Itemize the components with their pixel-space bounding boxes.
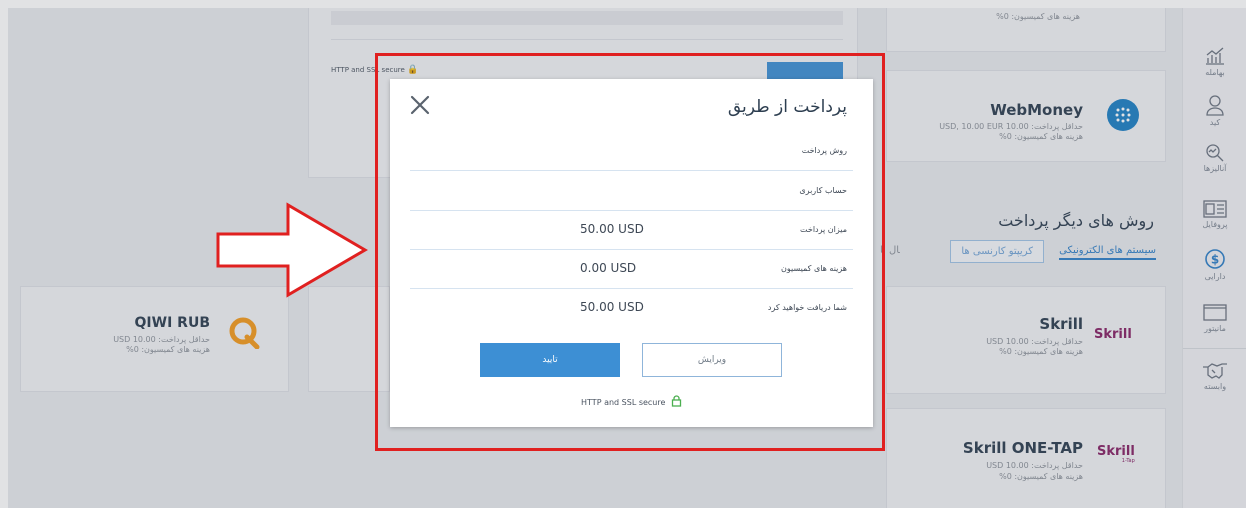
row-value: 50.00 USD (580, 300, 644, 314)
top-card-input-bar (331, 11, 843, 25)
top-card-secure: HTTP and SSL secure 🔒 (331, 65, 418, 75)
row-label: شما دریافت خواهید کرد (767, 303, 847, 312)
skrill-min: حداقل پرداخت: 10.00 USD (986, 337, 1083, 346)
webmoney-commission: هزینه های کمیسیون: 0% (999, 132, 1083, 141)
skrill-onetap-min: حداقل پرداخت: 10.00 USD (986, 461, 1083, 470)
top-right-card: هزینه های کمیسیون: 0% (886, 8, 1166, 52)
skrill-onetap-name: Skrill ONE-TAP (962, 439, 1083, 457)
row-account: حساب کاربری (410, 171, 853, 211)
sidebar-item-assets[interactable]: $ دارایی (1183, 248, 1246, 281)
skrill-onetap-commission: هزینه های کمیسیون: 0% (999, 472, 1083, 481)
sidebar-item-label: وابسته (1203, 382, 1227, 391)
lock-icon: 🔒 (407, 65, 419, 75)
sidebar-item-user[interactable]: کید (1183, 94, 1246, 127)
sidebar-item-label: دارایی (1204, 272, 1226, 281)
qiwi-logo-icon (229, 317, 260, 349)
modal-secure-text: HTTP and SSL secure (581, 398, 666, 407)
other-methods-title: روش های دیگر پرداخت (998, 211, 1154, 230)
row-label: روش پرداخت (801, 146, 847, 155)
annotation-arrow (216, 202, 368, 298)
sidebar-item-affiliate[interactable]: وابسته (1183, 362, 1246, 391)
sidebar-item-label: آنالیزها (1203, 164, 1227, 173)
handshake-icon (1203, 363, 1227, 379)
close-icon[interactable] (408, 93, 432, 117)
row-commission: هزینه های کمیسیون 0.00 USD (410, 249, 853, 289)
qiwi-card[interactable]: QIWI RUB حداقل پرداخت: 10.00 USD هزینه ه… (20, 286, 289, 392)
payment-modal: پرداخت از طریق روش پرداخت حساب کاربری می… (390, 79, 873, 427)
sidebar-item-label: کید (1209, 118, 1221, 127)
analytics-icon (1206, 144, 1224, 162)
sidebar-item-label: بهامله (1205, 68, 1225, 77)
profile-card-icon (1203, 200, 1227, 218)
row-payment-method: روش پرداخت (410, 131, 853, 171)
skrill-onetap-logo-text: Skrill (1097, 444, 1135, 459)
webmoney-card[interactable]: WebMoney حداقل پرداخت: 10.00 USD, 10.00 … (886, 70, 1166, 162)
skrill-onetap-card[interactable]: Skrill 1-Tap Skrill ONE-TAP حداقل پرداخت… (886, 408, 1166, 508)
top-card-divider (331, 39, 843, 40)
edit-button[interactable]: ویرایش (642, 343, 782, 377)
webmoney-min: حداقل پرداخت: 10.00 USD, 10.00 EUR (939, 122, 1083, 131)
skrill-card[interactable]: Skrill Skrill حداقل پرداخت: 10.00 USD هز… (886, 286, 1166, 394)
sidebar-item-trade[interactable]: بهامله (1183, 46, 1246, 77)
monitor-icon (1203, 304, 1227, 321)
tab-crypto[interactable]: کریپتو کارنسی ها (950, 240, 1044, 263)
modal-secure: HTTP and SSL secure (390, 395, 873, 407)
modal-title: پرداخت از طریق (727, 97, 847, 117)
dollar-icon: $ (1205, 249, 1225, 269)
skrill-onetap-logo: Skrill 1-Tap (1097, 445, 1135, 464)
sidebar-divider (1183, 348, 1246, 349)
svg-text:$: $ (1211, 253, 1219, 267)
row-receive: شما دریافت خواهید کرد 50.00 USD (410, 288, 853, 327)
skrill-logo: Skrill (1094, 327, 1132, 342)
sidebar-item-monitor[interactable]: مانیتور (1183, 304, 1246, 333)
tab-electronic[interactable]: سیستم های الکترونیکی (1059, 245, 1156, 260)
globe-icon (1115, 107, 1131, 123)
sidebar-item-label: پروفایل (1202, 220, 1228, 229)
confirm-button[interactable]: تایید (480, 343, 620, 377)
sidebar-item-label: مانیتور (1204, 324, 1226, 333)
row-label: حساب کاربری (799, 186, 847, 195)
skrill-commission: هزینه های کمیسیون: 0% (999, 347, 1083, 356)
lock-icon (671, 395, 682, 407)
row-amount: میزان پرداخت 50.00 USD (410, 210, 853, 250)
top-card-secure-text: HTTP and SSL secure (331, 66, 405, 74)
sidebar-item-profile[interactable]: پروفایل (1183, 200, 1246, 229)
tab-transfer[interactable]: انتقال با (880, 245, 900, 256)
row-label: هزینه های کمیسیون (781, 264, 847, 273)
row-label: میزان پرداخت (800, 225, 847, 234)
skrill-name: Skrill (1039, 315, 1083, 333)
webmoney-logo (1107, 99, 1139, 131)
top-right-commission: هزینه های کمیسیون: 0% (996, 12, 1080, 21)
row-value: 50.00 USD (580, 222, 644, 236)
qiwi-name: QIWI RUB (134, 315, 210, 331)
row-value: 0.00 USD (580, 261, 637, 275)
qiwi-commission: هزینه های کمیسیون: 0% (126, 345, 210, 354)
webmoney-name: WebMoney (990, 101, 1083, 119)
other-methods-tabs: سیستم های الکترونیکی کریپتو کارنسی ها ان… (880, 240, 1156, 270)
middle-card (308, 286, 390, 392)
sidebar: بهامله کید آنالیزها پروفایل $ دارایی مان… (1182, 8, 1246, 508)
user-icon (1206, 95, 1224, 116)
sidebar-item-analytics[interactable]: آنالیزها (1183, 142, 1246, 173)
qiwi-min: حداقل پرداخت: 10.00 USD (113, 335, 210, 344)
chart-icon (1206, 47, 1224, 65)
